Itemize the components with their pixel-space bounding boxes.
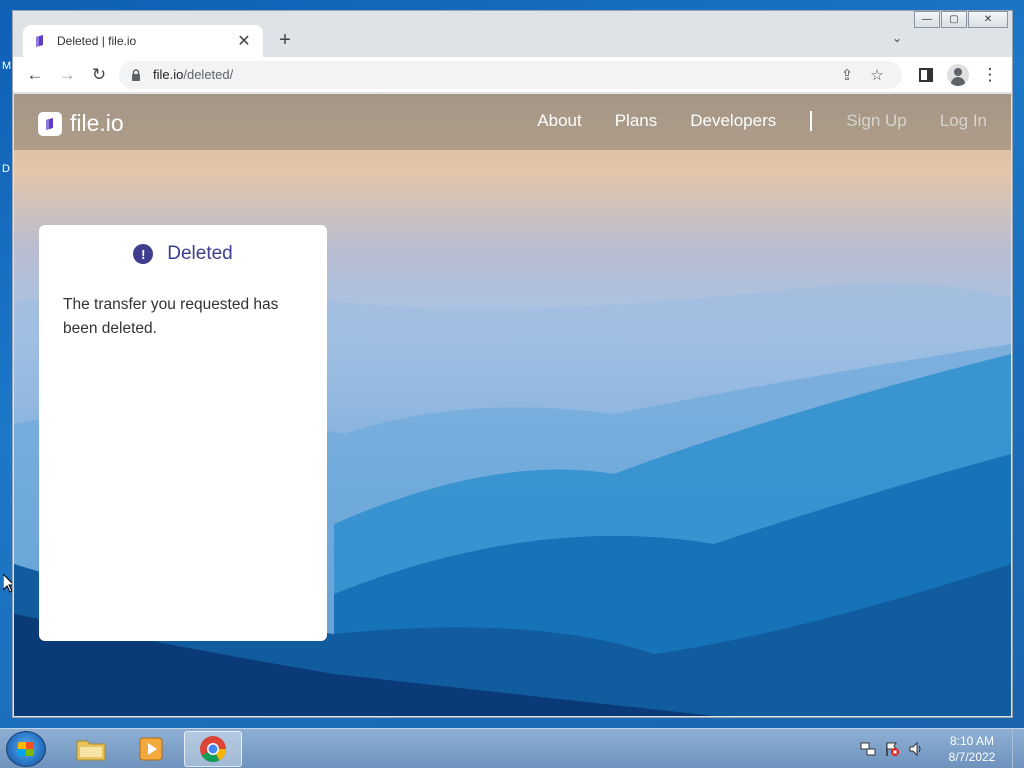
card-title: Deleted bbox=[167, 243, 233, 264]
card-message: The transfer you requested has been dele… bbox=[63, 296, 279, 337]
deleted-card: ! Deleted The transfer you requested has… bbox=[39, 225, 327, 641]
browser-tab[interactable]: Deleted | file.io ✕ bbox=[23, 25, 263, 57]
tab-search-icon[interactable]: ⌄ bbox=[892, 31, 902, 45]
logo-glyph-icon bbox=[46, 117, 53, 130]
new-tab-button[interactable]: + bbox=[275, 29, 295, 52]
network-glyph-icon bbox=[860, 742, 876, 756]
site-header: file.io About Plans Developers Sign Up L… bbox=[14, 94, 1011, 150]
desktop-icon-label[interactable]: M bbox=[2, 60, 11, 72]
volume-icon[interactable] bbox=[904, 739, 928, 759]
lock-icon[interactable] bbox=[129, 68, 143, 82]
side-panel-icon[interactable] bbox=[910, 61, 942, 89]
taskbar: 8:10 AM 8/7/2022 bbox=[0, 728, 1024, 768]
clock-date: 8/7/2022 bbox=[948, 750, 996, 764]
action-center-flag-icon[interactable] bbox=[880, 739, 904, 759]
speaker-glyph-icon bbox=[909, 741, 921, 757]
url-path: /deleted/ bbox=[183, 67, 234, 82]
logo-text: file.io bbox=[70, 110, 124, 136]
card-header: ! Deleted bbox=[63, 243, 303, 265]
log-in-link[interactable]: Log In bbox=[940, 111, 987, 131]
site-nav: About Plans Developers Sign Up Log In bbox=[504, 111, 987, 131]
nav-about[interactable]: About bbox=[537, 111, 581, 131]
minimize-button[interactable]: — bbox=[914, 11, 940, 28]
maximize-button[interactable]: ▢ bbox=[941, 11, 967, 28]
side-panel-glyph-icon bbox=[919, 67, 933, 82]
url-host: file.io bbox=[153, 67, 184, 82]
site-logo[interactable]: file.io bbox=[38, 110, 124, 137]
taskbar-clock[interactable]: 8:10 AM 8/7/2022 bbox=[936, 733, 1008, 765]
close-window-button[interactable]: ✕ bbox=[968, 11, 1008, 28]
fileio-logo-icon bbox=[38, 111, 62, 136]
taskbar-explorer[interactable] bbox=[62, 731, 120, 767]
network-icon[interactable] bbox=[856, 739, 880, 759]
clock-time: 8:10 AM bbox=[949, 734, 995, 748]
taskbar-chrome[interactable] bbox=[184, 731, 242, 767]
browser-menu-button[interactable]: ⋮ bbox=[974, 61, 1006, 89]
desktop-icon-label[interactable]: D bbox=[2, 163, 10, 175]
bookmark-star-icon[interactable]: ☆ bbox=[862, 66, 892, 84]
nav-developers[interactable]: Developers bbox=[690, 111, 776, 131]
fileio-favicon-icon bbox=[36, 35, 43, 47]
system-tray: 8:10 AM 8/7/2022 bbox=[856, 729, 1024, 768]
nav-plans[interactable]: Plans bbox=[615, 111, 658, 131]
window-controls: — ▢ ✕ bbox=[913, 11, 1008, 28]
media-player-icon bbox=[139, 737, 163, 761]
reload-button[interactable]: ↻ bbox=[83, 61, 115, 89]
profile-button[interactable] bbox=[942, 63, 974, 86]
alert-icon: ! bbox=[133, 244, 154, 264]
flag-glyph-icon bbox=[886, 742, 899, 756]
page-viewport: file.io About Plans Developers Sign Up L… bbox=[14, 94, 1011, 716]
url-text[interactable]: file.io/deleted/ bbox=[153, 67, 832, 82]
forward-button[interactable]: → bbox=[51, 61, 83, 89]
tab-title: Deleted | file.io bbox=[57, 34, 137, 48]
avatar-icon bbox=[947, 63, 969, 86]
folder-icon bbox=[76, 740, 106, 761]
browser-window: — ▢ ✕ Deleted | file.io ✕ + ⌄ ← → ↻ file… bbox=[12, 10, 1013, 718]
back-button[interactable]: ← bbox=[19, 61, 51, 89]
sign-up-link[interactable]: Sign Up bbox=[846, 111, 906, 131]
start-button[interactable] bbox=[6, 731, 46, 767]
show-desktop-button[interactable] bbox=[1012, 729, 1024, 768]
tab-close-icon[interactable]: ✕ bbox=[235, 31, 253, 51]
nav-divider bbox=[810, 111, 813, 131]
address-bar[interactable]: file.io/deleted/ ⇪ ☆ bbox=[119, 60, 902, 89]
browser-toolbar: ← → ↻ file.io/deleted/ ⇪ ☆ ⋮ bbox=[13, 57, 1012, 93]
taskbar-media-player[interactable] bbox=[122, 731, 180, 767]
share-icon[interactable]: ⇪ bbox=[832, 66, 862, 84]
chrome-icon bbox=[200, 736, 227, 763]
